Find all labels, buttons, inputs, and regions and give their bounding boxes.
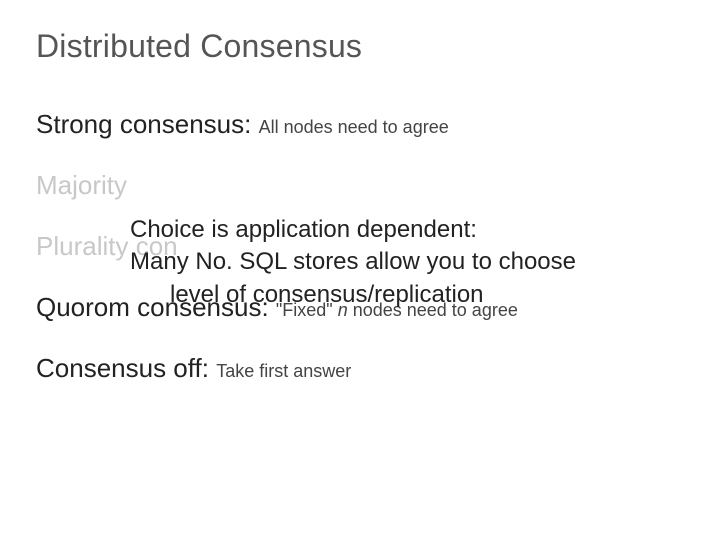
slide: Distributed Consensus Strong consensus: …	[0, 0, 720, 540]
overlay-note: Choice is application dependent: Many No…	[130, 214, 576, 311]
overlay-line2b: level of consensus/replication	[130, 279, 576, 311]
row-majority: Majority	[36, 170, 684, 201]
overlay-line1: Choice is application dependent:	[130, 216, 477, 243]
row-off-lead: Consensus off:	[36, 353, 216, 383]
row-strong-lead: Strong consensus:	[36, 109, 259, 139]
row-off: Consensus off: Take first answer	[36, 353, 684, 384]
row-strong-desc: All nodes need to agree	[259, 117, 449, 137]
row-strong: Strong consensus: All nodes need to agre…	[36, 109, 684, 140]
row-off-desc: Take first answer	[216, 361, 351, 381]
row-majority-lead: Majority	[36, 170, 127, 200]
slide-title: Distributed Consensus	[36, 28, 684, 65]
overlay-line2a: Many No. SQL stores allow you to choose	[130, 248, 576, 275]
